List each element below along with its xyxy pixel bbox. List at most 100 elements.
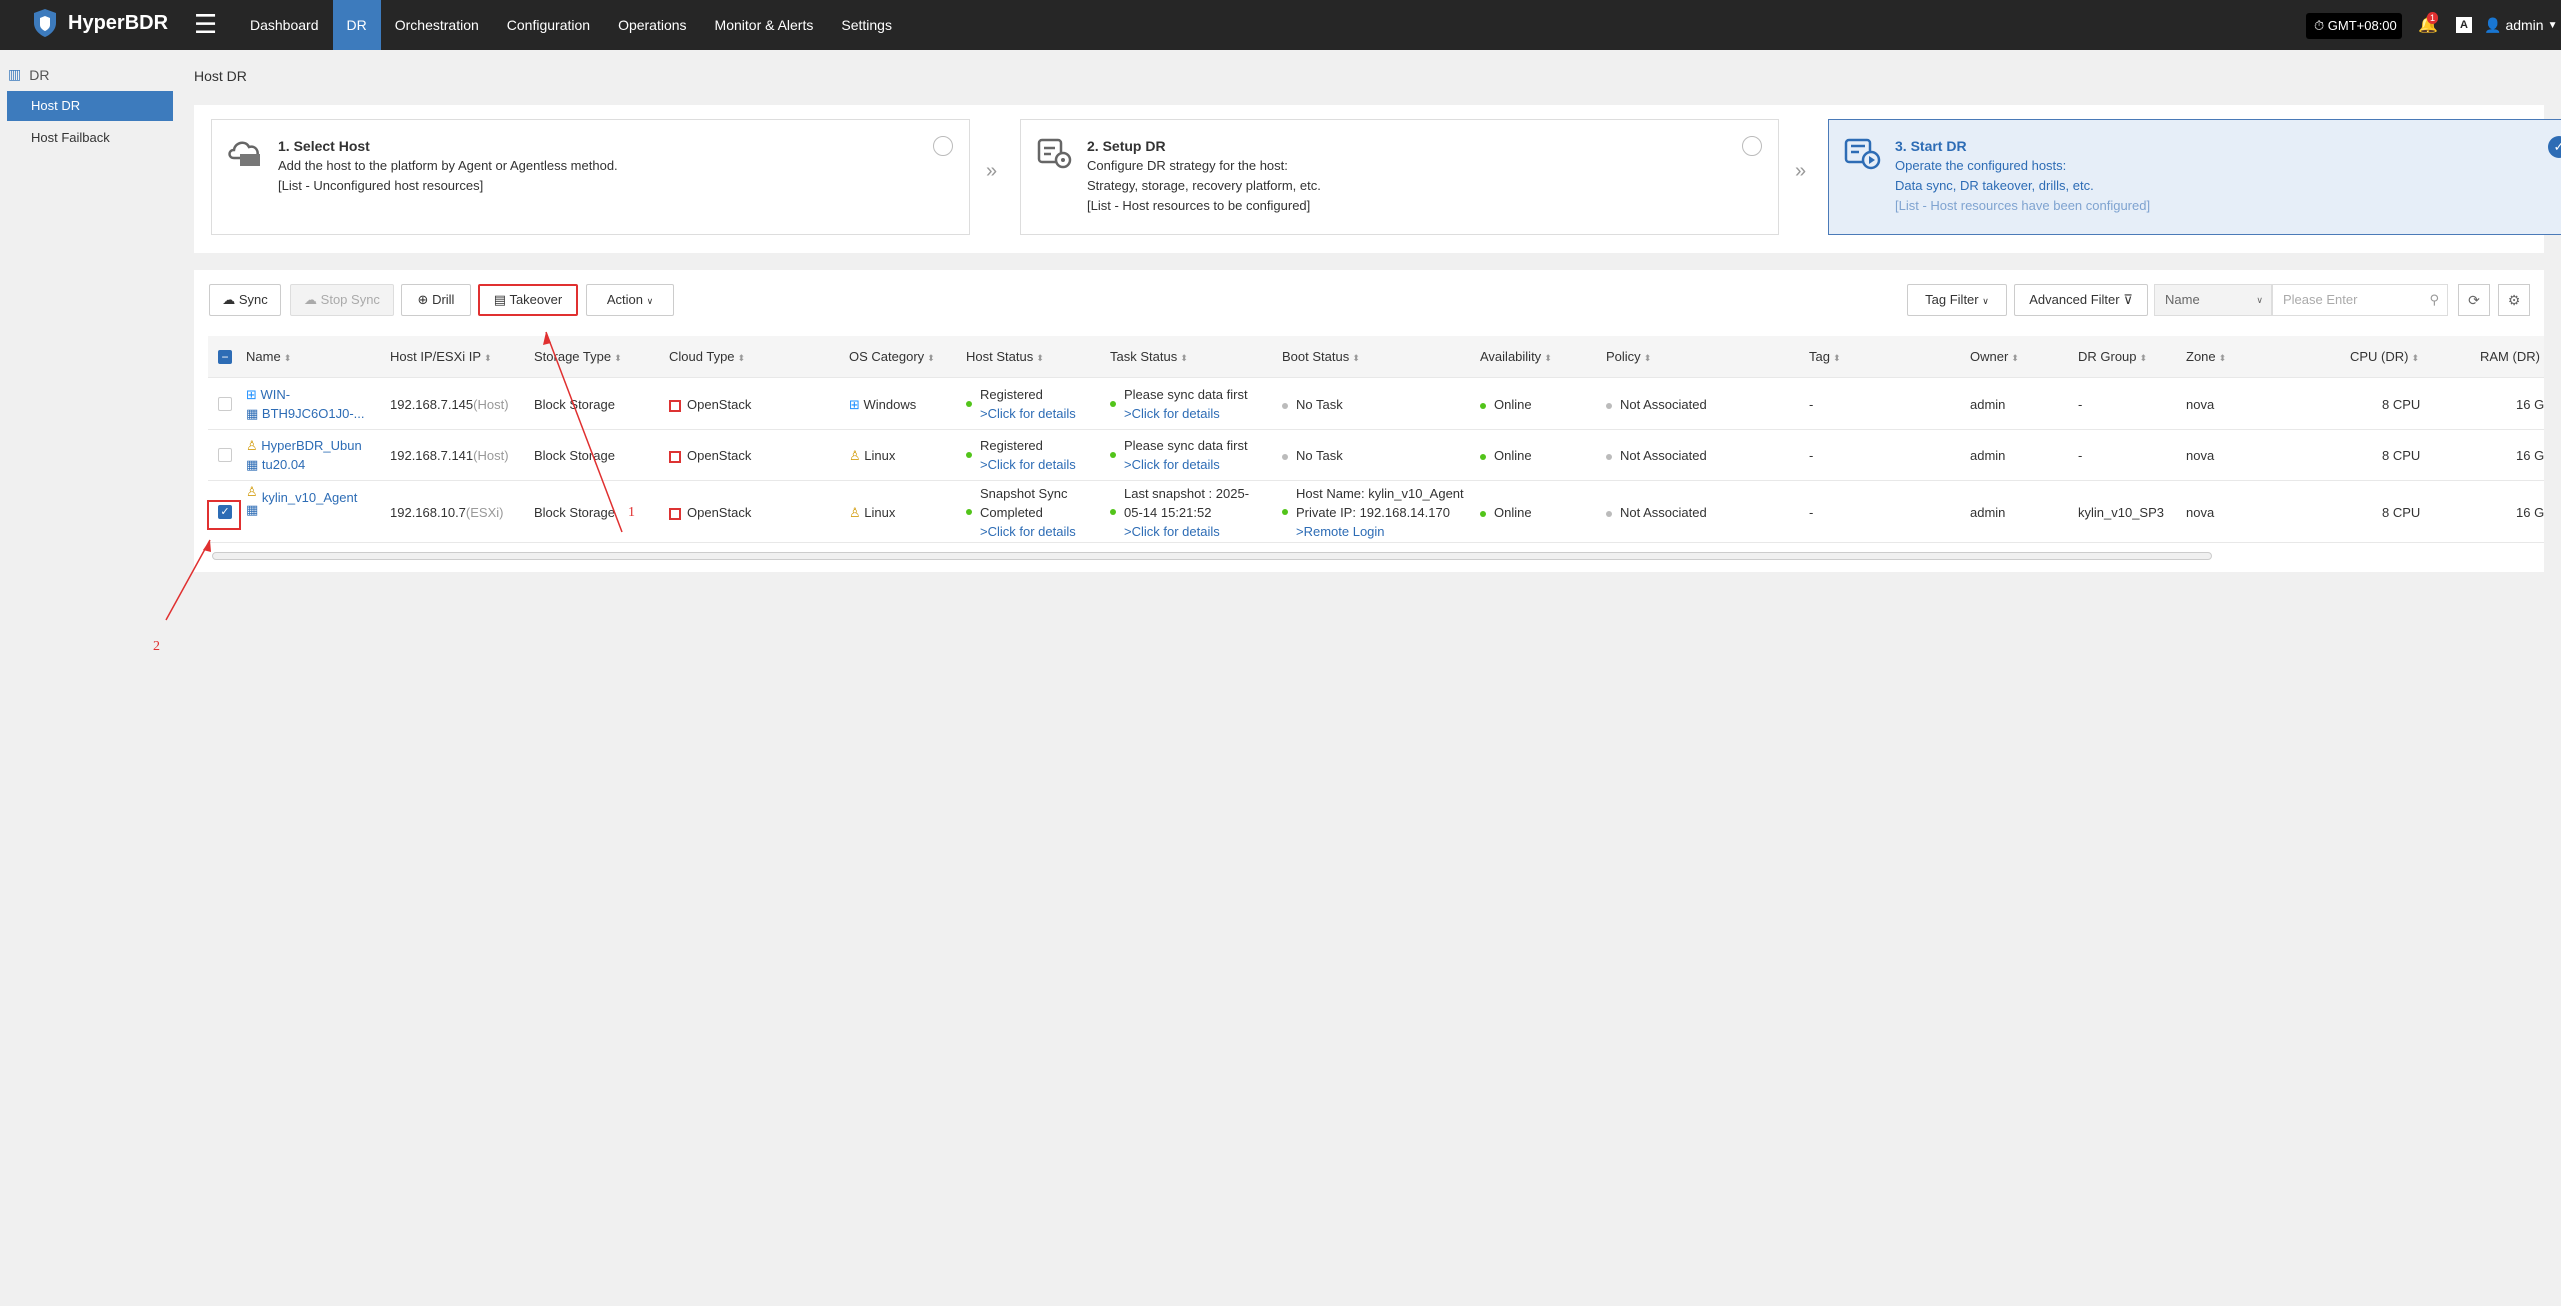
col-tag[interactable]: Tag ⬍: [1809, 336, 1841, 378]
col-storage-type[interactable]: Storage Type ⬍: [534, 336, 622, 378]
details-link[interactable]: >Click for details: [980, 524, 1076, 539]
availability-text: Online: [1494, 397, 1532, 412]
user-icon: 👤: [2484, 16, 2502, 33]
host-name[interactable]: ⊞ WIN- ▦ BTH9JC6O1J0-...: [246, 385, 365, 423]
nav-configuration[interactable]: Configuration: [493, 0, 604, 50]
menu-toggle-icon[interactable]: ☰: [194, 10, 217, 38]
table-row[interactable]: ⊞ WIN- ▦ BTH9JC6O1J0-... 192.168.7.145(Ho…: [208, 378, 2544, 430]
step-select-host[interactable]: 1. Select Host Add the host to the platf…: [211, 119, 970, 235]
details-link[interactable]: >Click for details: [1124, 406, 1220, 421]
col-label: Host Status: [966, 349, 1034, 364]
drill-button[interactable]: ⊕ Drill: [401, 284, 471, 316]
row-checkbox[interactable]: [218, 448, 232, 462]
user-menu[interactable]: 👤 admin ▼: [2484, 0, 2557, 50]
takeover-label: Takeover: [509, 292, 563, 307]
remote-login-link[interactable]: >Remote Login: [1296, 524, 1385, 539]
timezone-display[interactable]: ⏱ GMT+08:00: [2306, 13, 2402, 39]
ip-value: 192.168.10.7: [390, 505, 466, 520]
app-logo[interactable]: HyperBDR: [32, 8, 168, 38]
table-row[interactable]: ♙ HyperBDR_Ubun ▦ tu20.04 192.168.7.141(H…: [208, 430, 2544, 481]
details-link[interactable]: >Click for details: [980, 406, 1076, 421]
dr-group: kylin_v10_SP3: [2078, 505, 2164, 520]
language-icon[interactable]: A: [2456, 0, 2472, 50]
boot-status: Host Name: kylin_v10_Agent Private IP: 19…: [1282, 484, 1464, 541]
checkmark-icon[interactable]: ✓: [2548, 136, 2561, 158]
horizontal-scrollbar[interactable]: [212, 552, 2212, 560]
host-name-line: tu20.04: [261, 457, 306, 472]
host-icon: ▦: [246, 502, 262, 517]
col-cloud-type[interactable]: Cloud Type ⬍: [669, 336, 745, 378]
nav-operations[interactable]: Operations: [604, 0, 700, 50]
sort-icon: ⬍: [2011, 353, 2019, 363]
stop-sync-button[interactable]: ☁ Stop Sync: [290, 284, 394, 316]
tag-filter-dropdown[interactable]: Tag Filter ∨: [1907, 284, 2007, 316]
col-boot-status[interactable]: Boot Status ⬍: [1282, 336, 1360, 378]
row-checkbox[interactable]: [218, 397, 232, 411]
details-link[interactable]: >Click for details: [1124, 457, 1220, 472]
cloud-host-icon: [228, 141, 260, 166]
step-desc: [List - Unconfigured host resources]: [278, 178, 484, 193]
col-ip[interactable]: Host IP/ESXi IP ⬍: [390, 336, 492, 378]
task-status-text: Please sync data first: [1124, 438, 1248, 453]
col-host-status[interactable]: Host Status ⬍: [966, 336, 1044, 378]
sidebar-item-host-dr[interactable]: Host DR: [7, 91, 173, 121]
search-icon[interactable]: ⚲: [2429, 285, 2439, 315]
details-link[interactable]: >Click for details: [1124, 524, 1220, 539]
host-ip: 192.168.7.141(Host): [390, 446, 509, 465]
takeover-button[interactable]: ▤ Takeover: [478, 284, 578, 316]
sidebar-item-host-failback[interactable]: Host Failback: [7, 123, 173, 153]
tag: -: [1809, 505, 1814, 520]
cloud-type: OpenStack: [669, 446, 751, 465]
step-desc: Add the host to the platform by Agent or…: [278, 158, 618, 173]
col-cpu[interactable]: CPU (DR) ⬍: [2350, 336, 2419, 378]
sort-icon: ⬍: [484, 353, 492, 363]
host-name[interactable]: ♙ ▦ kylin_v10_Agent: [246, 483, 357, 519]
details-link[interactable]: >Click for details: [980, 457, 1076, 472]
nav-monitor-alerts[interactable]: Monitor & Alerts: [701, 0, 828, 50]
step-radio[interactable]: [933, 136, 953, 156]
col-task-status[interactable]: Task Status ⬍: [1110, 336, 1188, 378]
step-desc: Strategy, storage, recovery platform, et…: [1087, 178, 1321, 193]
filter-icon: ⊽: [2123, 292, 2133, 307]
nav-orchestration[interactable]: Orchestration: [381, 0, 493, 50]
col-availability[interactable]: Availability ⬍: [1480, 336, 1552, 378]
start-dr-icon: [1844, 138, 1881, 170]
annotation-label-2: 2: [153, 639, 160, 654]
bell-icon[interactable]: 🔔 1: [2418, 0, 2439, 50]
search-input[interactable]: Please Enter ⚲: [2272, 284, 2448, 316]
step-start-dr[interactable]: 3. Start DR Operate the configured hosts…: [1828, 119, 2561, 235]
col-ram[interactable]: RAM (DR): [2480, 336, 2540, 378]
nav-dr[interactable]: DR: [332, 0, 381, 50]
step-setup-dr[interactable]: 2. Setup DR Configure DR strategy for th…: [1020, 119, 1779, 235]
col-owner[interactable]: Owner ⬍: [1970, 336, 2019, 378]
host-name[interactable]: ♙ HyperBDR_Ubun ▦ tu20.04: [246, 436, 362, 474]
nav-settings[interactable]: Settings: [827, 0, 906, 50]
col-dr-group[interactable]: DR Group ⬍: [2078, 336, 2147, 378]
sort-icon: ⬍: [1544, 353, 1552, 363]
col-name[interactable]: Name ⬍: [246, 336, 291, 378]
col-label: DR Group: [2078, 349, 2137, 364]
col-zone[interactable]: Zone ⬍: [2186, 336, 2226, 378]
step-radio[interactable]: [1742, 136, 1762, 156]
status-dot: [966, 452, 972, 458]
advanced-filter-button[interactable]: Advanced Filter ⊽: [2014, 284, 2148, 316]
sync-button[interactable]: ☁ Sync: [209, 284, 281, 316]
refresh-icon[interactable]: ⟳: [2458, 284, 2490, 316]
search-field-select[interactable]: Name ∨: [2154, 284, 2272, 316]
sidebar-header: ▥ DR: [8, 66, 49, 83]
cloud-label: OpenStack: [687, 448, 752, 463]
col-label: CPU (DR): [2350, 349, 2409, 364]
cpu: 8 CPU: [2382, 505, 2421, 520]
select-all-checkbox[interactable]: −: [218, 350, 232, 364]
col-os-category[interactable]: OS Category ⬍: [849, 336, 935, 378]
gear-icon[interactable]: ⚙: [2498, 284, 2530, 316]
app-name: HyperBDR: [68, 11, 169, 34]
col-policy[interactable]: Policy ⬍: [1606, 336, 1651, 378]
table-row[interactable]: ✓ ♙ ▦ kylin_v10_Agent 192.168.10.7(ESXi) …: [208, 481, 2544, 543]
col-label: Storage Type: [534, 349, 612, 364]
action-dropdown[interactable]: Action ∨: [586, 284, 674, 316]
step-title: 2. Setup DR: [1087, 138, 1166, 154]
sort-icon: ⬍: [927, 353, 935, 363]
col-label: Policy: [1606, 349, 1641, 364]
nav-dashboard[interactable]: Dashboard: [236, 0, 333, 50]
